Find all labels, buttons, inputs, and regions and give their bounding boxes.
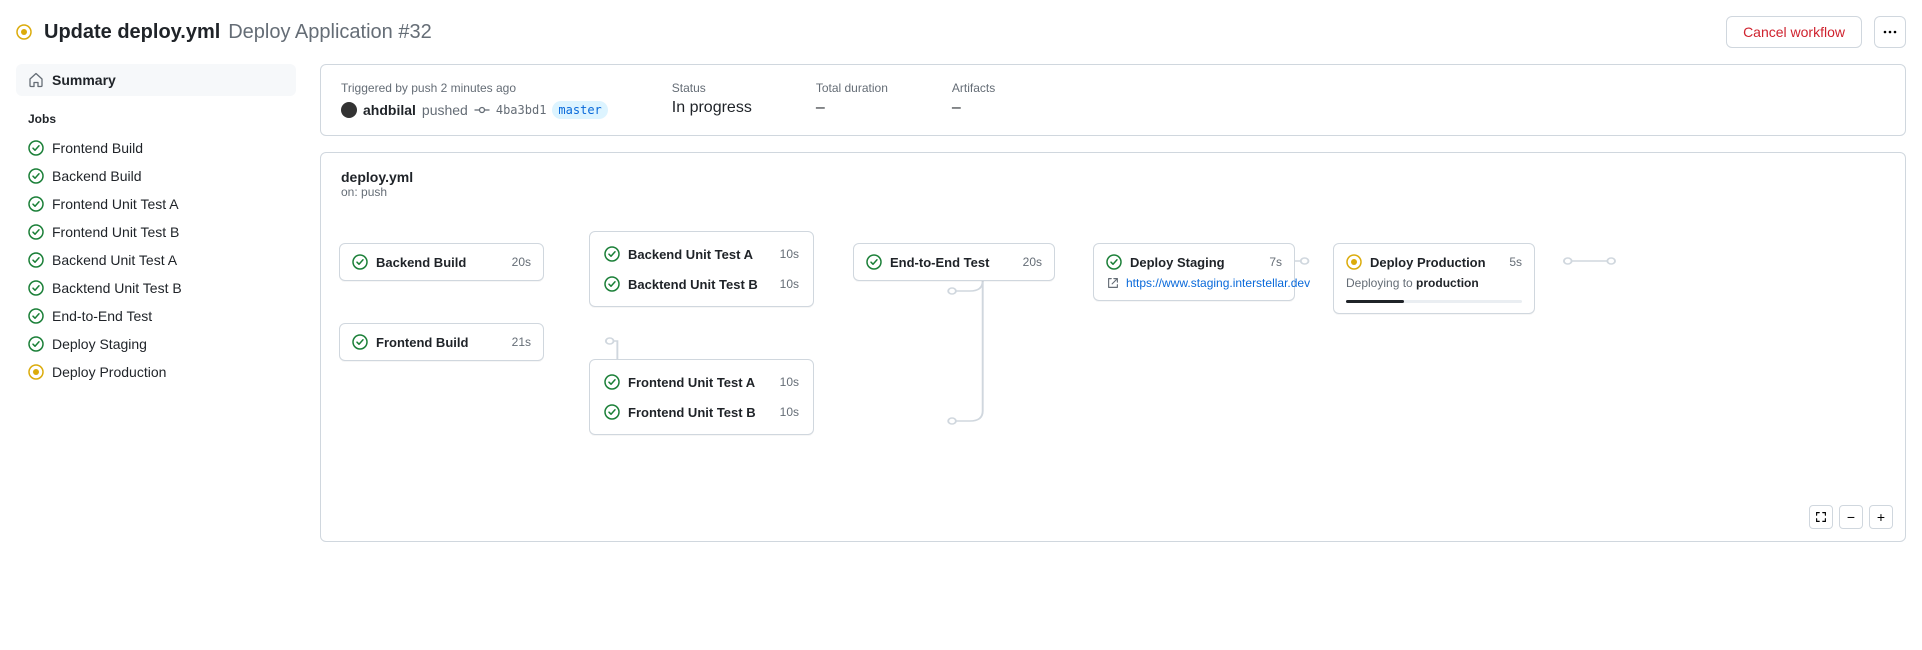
running-icon xyxy=(1346,254,1362,270)
sidebar-job-item[interactable]: Backend Build xyxy=(16,162,296,190)
kebab-menu-button[interactable] xyxy=(1874,16,1906,48)
run-title: Update deploy.yml xyxy=(44,21,220,43)
success-icon xyxy=(28,168,44,184)
sidebar-job-label: Frontend Build xyxy=(52,140,143,156)
commit-icon xyxy=(474,102,490,118)
sidebar-job-item[interactable]: Frontend Build xyxy=(16,134,296,162)
duration-value: – xyxy=(816,99,888,117)
sidebar-job-item[interactable]: Deploy Staging xyxy=(16,330,296,358)
actor-name[interactable]: ahdbilal xyxy=(363,102,416,118)
success-icon xyxy=(28,308,44,324)
zoom-out-button[interactable]: − xyxy=(1839,505,1863,529)
duration-label: Total duration xyxy=(816,81,888,95)
page-title-group: Update deploy.yml Deploy Application #32 xyxy=(44,21,432,44)
artifacts-label: Artifacts xyxy=(952,81,995,95)
success-icon xyxy=(28,224,44,240)
node-backend-test-b[interactable]: Backtend Unit Test B 10s xyxy=(604,276,799,292)
success-icon xyxy=(866,254,882,270)
workflow-title: Deploy Application #32 xyxy=(228,21,431,43)
branch-tag[interactable]: master xyxy=(552,101,607,119)
home-icon xyxy=(28,72,44,88)
summary-label: Summary xyxy=(52,72,116,88)
artifacts-value: – xyxy=(952,99,995,117)
sidebar-job-item[interactable]: Backtend Unit Test B xyxy=(16,274,296,302)
sidebar-job-label: Backend Build xyxy=(52,168,142,184)
success-icon xyxy=(1106,254,1122,270)
success-icon xyxy=(352,254,368,270)
node-backend-test-a[interactable]: Backend Unit Test A 10s xyxy=(604,246,799,262)
sidebar-job-item[interactable]: Deploy Production xyxy=(16,358,296,386)
fullscreen-icon xyxy=(1814,510,1828,524)
sidebar-job-item[interactable]: End-to-End Test xyxy=(16,302,296,330)
trigger-label: Triggered by push 2 minutes ago xyxy=(341,81,608,95)
sidebar-job-item[interactable]: Backend Unit Test A xyxy=(16,246,296,274)
sidebar-job-label: End-to-End Test xyxy=(52,308,152,324)
sidebar-job-label: Frontend Unit Test A xyxy=(52,196,179,212)
node-group-frontend-tests: Frontend Unit Test A 10s Frontend Unit T… xyxy=(589,359,814,435)
sidebar-job-label: Backend Unit Test A xyxy=(52,252,177,268)
node-frontend-build[interactable]: Frontend Build 21s xyxy=(339,323,544,361)
success-icon xyxy=(28,280,44,296)
run-status-icon xyxy=(16,24,32,40)
success-icon xyxy=(604,276,620,292)
success-icon xyxy=(352,334,368,350)
node-deploy-staging[interactable]: Deploy Staging 7s https://www.staging.in… xyxy=(1093,243,1295,301)
summary-link[interactable]: Summary xyxy=(16,64,296,96)
workflow-trigger: on: push xyxy=(341,185,1885,199)
success-icon xyxy=(28,252,44,268)
sidebar-job-label: Deploy Production xyxy=(52,364,166,380)
staging-url[interactable]: https://www.staging.interstellar.dev xyxy=(1126,276,1310,290)
node-backend-build[interactable]: Backend Build 20s xyxy=(339,243,544,281)
node-frontend-test-b[interactable]: Frontend Unit Test B 10s xyxy=(604,404,799,420)
sidebar-job-label: Backtend Unit Test B xyxy=(52,280,182,296)
deploy-progress xyxy=(1346,300,1522,303)
sidebar-job-item[interactable]: Frontend Unit Test A xyxy=(16,190,296,218)
jobs-section-label: Jobs xyxy=(16,96,296,134)
cancel-workflow-button[interactable]: Cancel workflow xyxy=(1726,16,1862,48)
running-icon xyxy=(28,364,44,380)
kebab-icon xyxy=(1882,24,1898,40)
success-icon xyxy=(28,336,44,352)
success-icon xyxy=(604,246,620,262)
success-icon xyxy=(604,374,620,390)
external-link-icon xyxy=(1106,276,1120,290)
fullscreen-button[interactable] xyxy=(1809,505,1833,529)
status-label: Status xyxy=(672,81,752,95)
actor-verb: pushed xyxy=(422,102,468,118)
deploy-message: Deploying to production xyxy=(1346,276,1522,290)
status-value: In progress xyxy=(672,99,752,117)
sidebar-job-item[interactable]: Frontend Unit Test B xyxy=(16,218,296,246)
node-frontend-test-a[interactable]: Frontend Unit Test A 10s xyxy=(604,374,799,390)
summary-card: Triggered by push 2 minutes ago ahdbilal… xyxy=(320,64,1906,136)
graph-canvas[interactable]: Backend Build 20s Frontend Build 21s xyxy=(321,199,1905,509)
node-e2e-test[interactable]: End-to-End Test 20s xyxy=(853,243,1055,281)
success-icon xyxy=(604,404,620,420)
workflow-file: deploy.yml xyxy=(341,169,1885,185)
zoom-in-button[interactable]: + xyxy=(1869,505,1893,529)
success-icon xyxy=(28,196,44,212)
graph-card: deploy.yml on: push xyxy=(320,152,1906,542)
sidebar-job-label: Deploy Staging xyxy=(52,336,147,352)
node-deploy-production[interactable]: Deploy Production 5s Deploying to produc… xyxy=(1333,243,1535,314)
success-icon xyxy=(28,140,44,156)
commit-sha[interactable]: 4ba3bd1 xyxy=(496,103,547,117)
node-group-backend-tests: Backend Unit Test A 10s Backtend Unit Te… xyxy=(589,231,814,307)
actor-avatar[interactable] xyxy=(341,102,357,118)
sidebar-job-label: Frontend Unit Test B xyxy=(52,224,179,240)
